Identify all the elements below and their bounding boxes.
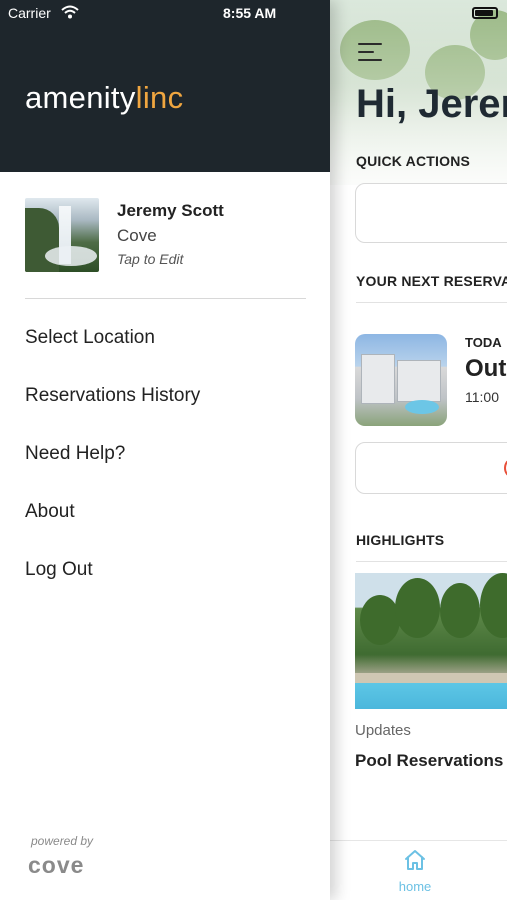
menu-item-need-help[interactable]: Need Help? (25, 438, 305, 496)
amenitylinc-logo: amenitylinc (25, 80, 183, 116)
drawer-divider (25, 298, 306, 299)
tab-home-label: home (398, 879, 432, 894)
hamburger-menu-icon[interactable] (358, 43, 382, 61)
logo-part-amenity: amenity (25, 80, 136, 115)
status-time: 8:55 AM (223, 5, 277, 21)
menu-item-log-out[interactable]: Log Out (25, 554, 305, 612)
highlight-category: Updates (355, 722, 411, 739)
reservation-thumbnail[interactable] (355, 334, 447, 426)
profile-avatar[interactable] (25, 198, 99, 272)
battery-icon (472, 7, 498, 19)
profile-name[interactable]: Jeremy Scott (117, 201, 224, 221)
highlight-title[interactable]: Pool Reservations (355, 751, 503, 771)
greeting-heading: Hi, Jerem (356, 82, 507, 126)
logo-part-linc: linc (135, 80, 184, 115)
tab-home[interactable]: home (390, 849, 440, 897)
reservation-action-button[interactable] (355, 442, 507, 494)
wifi-icon (61, 5, 79, 19)
cove-logo: cove (28, 852, 85, 878)
drawer-header: Carrier 8:55 AM amenitylinc (0, 0, 330, 172)
menu-item-reservations-history[interactable]: Reservations History (25, 380, 305, 438)
menu-item-select-location[interactable]: Select Location (25, 322, 305, 380)
reservation-title[interactable]: Out (465, 355, 506, 383)
next-reservation-label: YOUR NEXT RESERVA (356, 273, 507, 289)
profile-location: Cove (117, 226, 157, 245)
menu-item-about[interactable]: About (25, 496, 305, 554)
quick-actions-card[interactable] (355, 183, 507, 243)
highlight-image[interactable] (355, 573, 507, 709)
highlights-label: HIGHLIGHTS (356, 532, 445, 548)
section-divider (356, 561, 507, 562)
powered-by-label: powered by (31, 834, 94, 848)
side-drawer: Carrier 8:55 AM amenitylinc Jeremy Scott… (0, 0, 330, 900)
quick-actions-label: QUICK ACTIONS (356, 153, 471, 169)
home-screen: Hi, Jerem QUICK ACTIONS YOUR NEXT RESERV… (330, 0, 507, 900)
tab-bar: home (330, 840, 507, 900)
drawer-menu: Select Location Reservations History Nee… (25, 322, 305, 612)
reservation-day: TODA (465, 335, 502, 350)
reservation-time: 11:00 (465, 389, 499, 405)
home-icon (405, 850, 425, 870)
tap-to-edit-link[interactable]: Tap to Edit (117, 251, 183, 267)
carrier-label: Carrier (8, 5, 51, 21)
section-divider (356, 302, 507, 303)
